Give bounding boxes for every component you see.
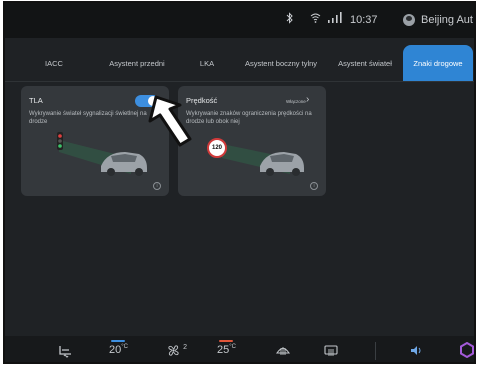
right-temperature[interactable]: 25°C [217, 340, 236, 356]
tab-asystent-swiatel[interactable]: Asystent świateł [331, 45, 399, 81]
user-avatar-icon[interactable] [403, 14, 415, 26]
bluetooth-icon [286, 12, 294, 28]
status-bar: 10:37 Beijing Aut [5, 3, 474, 38]
right-temp-value: 25 [217, 344, 230, 356]
rear-defrost-icon[interactable] [323, 344, 339, 360]
signal-icon [326, 11, 346, 29]
right-temp-indicator [219, 340, 233, 342]
speed-card[interactable]: Prędkość Włączone › Wykrywanie znaków og… [178, 86, 326, 196]
fan-level-value: 2 [183, 344, 187, 351]
info-icon[interactable]: i [310, 182, 318, 190]
tab-divider [5, 81, 474, 82]
left-temperature[interactable]: 20°C [109, 340, 128, 356]
info-icon[interactable]: i [153, 182, 161, 190]
user-name[interactable]: Beijing Aut [421, 13, 473, 27]
fan-level[interactable]: 2 [167, 344, 187, 360]
speed-description: Wykrywanie znaków ograniczenia prędkości… [186, 111, 312, 125]
tab-bar: IACC Asystent przedni LKA Asystent boczn… [5, 45, 474, 81]
traffic-light-car-illustration [57, 132, 147, 176]
tab-asystent-boczny-tylny[interactable]: Asystent boczny tylny [237, 45, 325, 81]
car-infotainment-screen: 10:37 Beijing Aut IACC Asystent przedni … [3, 1, 476, 364]
volume-icon[interactable] [409, 344, 423, 360]
tla-description: Wykrywanie świateł sygnalizacji świetlne… [29, 111, 147, 125]
tab-znaki-drogowe[interactable]: Znaki drogowe [403, 45, 473, 81]
right-temp-unit: °C [229, 344, 236, 350]
tab-lka[interactable]: LKA [190, 45, 224, 81]
pointer-arrow-icon [148, 95, 192, 147]
home-hexagon-icon[interactable] [460, 341, 474, 361]
speed-status-badge: Włączone [286, 99, 306, 104]
chevron-right-icon[interactable]: › [306, 94, 309, 105]
left-temp-indicator [111, 340, 125, 342]
climate-bar: 20°C 2 25°C [5, 336, 474, 362]
tla-title: TLA [29, 96, 43, 105]
front-defrost-icon[interactable] [275, 344, 291, 360]
seat-heat-icon[interactable] [57, 344, 75, 361]
clock: 10:37 [350, 14, 378, 26]
tab-asystent-przedni[interactable]: Asystent przedni [97, 45, 177, 81]
tla-card[interactable]: TLA Wykrywanie świateł sygnalizacji świe… [21, 86, 169, 196]
bar-divider [375, 342, 376, 360]
tab-iacc[interactable]: IACC [35, 45, 73, 81]
left-temp-value: 20 [109, 344, 122, 356]
wifi-icon [310, 12, 321, 28]
speed-limit-sign: 120 [207, 138, 227, 158]
fan-icon [167, 345, 183, 360]
left-temp-unit: °C [121, 344, 128, 350]
